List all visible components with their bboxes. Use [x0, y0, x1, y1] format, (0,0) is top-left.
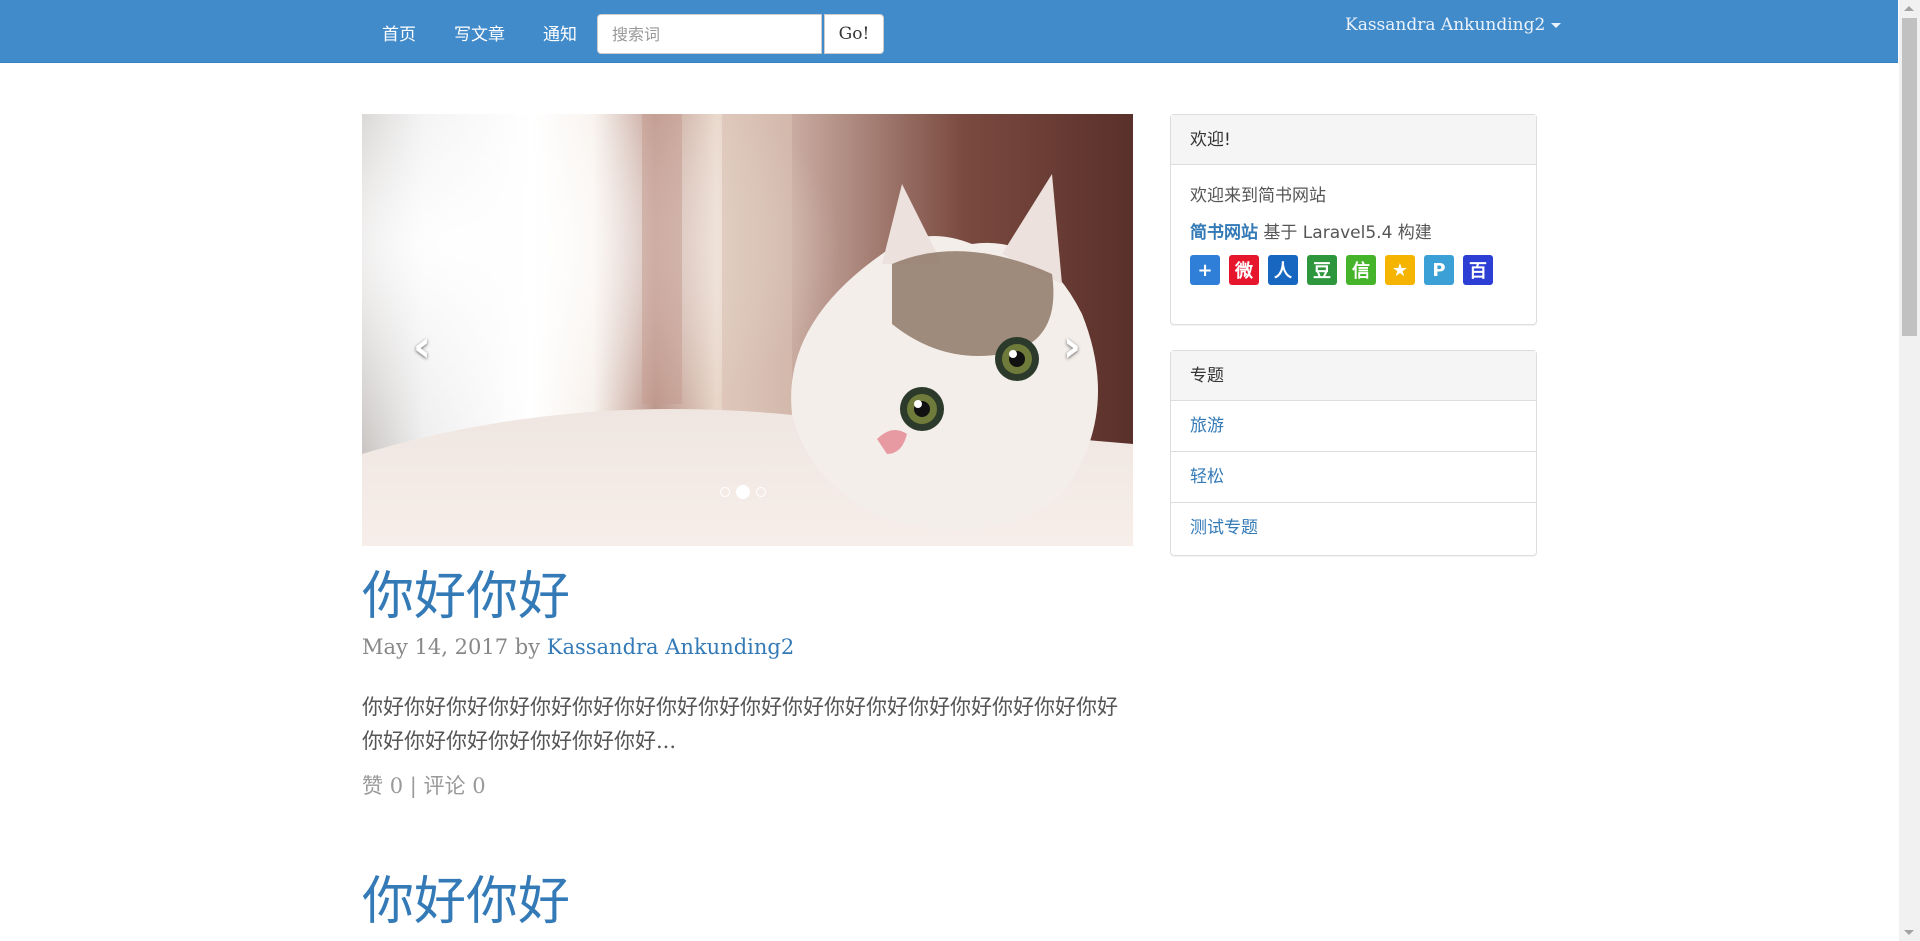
scroll-down-icon[interactable] [1904, 930, 1914, 935]
post-date: May 14, 2017 [362, 635, 509, 659]
topic-item-relax[interactable]: 轻松 [1171, 452, 1536, 503]
search-input[interactable] [597, 14, 822, 54]
caret-down-icon [1551, 23, 1562, 28]
baidu-icon[interactable]: 百 [1463, 255, 1493, 285]
post-by: by [514, 635, 541, 659]
nav-write-link[interactable]: 写文章 [454, 20, 505, 45]
user-name: Kassandra Ankunding2 [1345, 15, 1546, 35]
share-more-icon[interactable]: + [1190, 255, 1220, 285]
built-with-text: 基于 Laravel5.4 构建 [1263, 223, 1432, 243]
welcome-panel: 欢迎! 欢迎来到简书网站 简书网站 基于 Laravel5.4 构建 + 微人豆信… [1170, 114, 1537, 325]
cat-photo [362, 114, 1133, 546]
wechat-icon[interactable]: 信 [1346, 255, 1376, 285]
welcome-panel-heading: 欢迎! [1171, 115, 1536, 165]
topic-item-test[interactable]: 测试专题 [1171, 503, 1536, 553]
post-excerpt: 你好你好你好你好你好你好你好你好你好你好你好你好你好你好你好你好你好你好你好你好… [362, 695, 1118, 753]
renren-icon[interactable]: 人 [1268, 255, 1298, 285]
post-author-link[interactable]: Kassandra Ankunding2 [547, 635, 794, 659]
welcome-panel-body: 欢迎来到简书网站 简书网站 基于 Laravel5.4 构建 + 微人豆信 ★ P 百 [1171, 165, 1536, 301]
scroll-up-icon[interactable] [1904, 6, 1914, 11]
post-stats: 赞 0 | 评论 0 [362, 770, 486, 800]
carousel-prev-button[interactable]: ‹ [402, 317, 442, 377]
share-icons-row: + 微人豆信 ★ P 百 [1190, 255, 1517, 285]
scrollbar-thumb[interactable] [1902, 18, 1917, 336]
post-title[interactable]: 你好你好 [362, 876, 570, 928]
stats-separator: | [409, 774, 417, 798]
topics-panel-heading: 专题 [1171, 351, 1536, 401]
carousel-indicator-3[interactable] [756, 487, 766, 497]
weibo-icon[interactable]: 微 [1229, 255, 1259, 285]
top-navbar: 首页 写文章 通知 Go! Kassandra Ankunding2 [0, 0, 1898, 63]
search-button[interactable]: Go! [824, 14, 884, 54]
carousel-next-button[interactable]: › [1052, 317, 1092, 377]
carousel-indicator-2[interactable] [736, 485, 750, 499]
topic-item-travel[interactable]: 旅游 [1171, 401, 1536, 452]
welcome-built-with: 简书网站 基于 Laravel5.4 构建 [1190, 218, 1517, 243]
user-dropdown[interactable]: Kassandra Ankunding2 [1345, 15, 1562, 35]
site-brand-link[interactable]: 简书网站 [1190, 223, 1258, 243]
post-title[interactable]: 你好你好 [362, 571, 570, 623]
topics-panel: 专题 旅游 轻松 测试专题 [1170, 350, 1537, 556]
tencent-weibo-icon[interactable]: P [1424, 255, 1454, 285]
page-scrollbar[interactable] [1899, 0, 1920, 941]
comments-count: 0 [472, 774, 486, 798]
carousel-indicator-1[interactable] [720, 487, 730, 497]
likes-count: 0 [389, 774, 404, 798]
nav-home-link[interactable]: 首页 [382, 20, 416, 45]
likes-label: 赞 [362, 774, 383, 798]
nav-notice-link[interactable]: 通知 [543, 20, 577, 45]
douban-icon[interactable]: 豆 [1307, 255, 1337, 285]
qzone-icon[interactable]: ★ [1385, 255, 1415, 285]
image-carousel: ‹ › [362, 114, 1133, 546]
comments-label: 评论 [423, 774, 466, 798]
welcome-text: 欢迎来到简书网站 [1190, 186, 1326, 206]
post-meta: May 14, 2017 by Kassandra Ankunding2 [362, 635, 794, 659]
